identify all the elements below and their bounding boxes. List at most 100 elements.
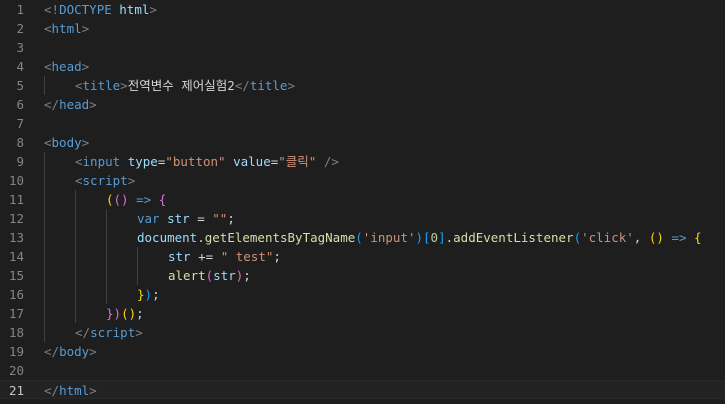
code-text: str += " test"; (168, 247, 281, 266)
code-line[interactable]: 2 <html> (0, 19, 725, 38)
indent-guide (137, 247, 138, 266)
code-token: </ (44, 97, 60, 112)
code-text: <head> (44, 57, 89, 76)
code-token: < (75, 173, 83, 188)
code-token: document (137, 230, 198, 245)
line-number: 10 (8, 173, 24, 188)
code-text: alert(str); (168, 266, 251, 285)
line-number: 14 (8, 249, 24, 264)
code-line[interactable]: 10 <script> (0, 171, 725, 190)
code-token: > (89, 383, 97, 398)
code-token: str (213, 268, 236, 283)
code-line[interactable]: 5 <title>전역변수 제어실험2</title> (0, 76, 725, 95)
code-token: ; (136, 306, 144, 321)
indent-guide (75, 266, 76, 285)
code-token: value (233, 154, 271, 169)
code-token: < (75, 154, 83, 169)
indent-guide (106, 285, 107, 304)
code-line[interactable]: 12 var str = ""; (0, 209, 725, 228)
code-token: " test" (220, 249, 274, 264)
code-line[interactable]: 13 document.getElementsByTagName('input')… (0, 228, 725, 247)
code-token: < (44, 135, 52, 150)
indent-guide (44, 247, 45, 266)
line-number: 4 (16, 59, 24, 74)
code-token: getElementsByTagName (204, 230, 356, 245)
code-line[interactable]: 6 </head> (0, 95, 725, 114)
indent-guide (75, 285, 76, 304)
line-number: 2 (16, 21, 24, 36)
code-token: ; (273, 249, 281, 264)
code-token: head (59, 97, 90, 112)
code-token: title (249, 78, 288, 93)
code-line[interactable]: 8 <body> (0, 133, 725, 152)
indent-guide (44, 171, 45, 190)
code-line[interactable]: 17 })(); (0, 304, 725, 323)
code-token: > (287, 78, 295, 93)
code-text: }); (137, 285, 160, 304)
code-token: body (51, 135, 82, 150)
code-token: > (89, 344, 97, 359)
code-token: > (149, 2, 157, 17)
code-token: "클릭" (278, 154, 317, 169)
code-line[interactable]: 3 (0, 38, 725, 57)
code-token: ] (438, 230, 446, 245)
line-number: 15 (8, 268, 24, 283)
code-token: < (44, 59, 52, 74)
code-token: /> (316, 154, 339, 169)
code-text: })(); (106, 304, 144, 323)
indent-guide (44, 209, 45, 228)
indent-guide (44, 304, 45, 323)
line-number: 1 (16, 2, 24, 17)
code-token: </ (234, 78, 250, 93)
line-number: 19 (8, 344, 24, 359)
code-token: alert (168, 268, 206, 283)
code-token: "" (212, 211, 228, 226)
code-token: addEventListener (453, 230, 574, 245)
code-token: html (119, 2, 150, 17)
indent-guide (75, 304, 76, 323)
code-line[interactable]: 14 str += " test"; (0, 247, 725, 266)
code-token: </ (44, 344, 60, 359)
line-number: 7 (16, 116, 24, 131)
line-number: 6 (16, 97, 24, 112)
line-number: 17 (8, 306, 24, 321)
code-token: () (648, 230, 664, 245)
code-token: "button" (165, 154, 226, 169)
code-line[interactable]: 16}); (0, 285, 725, 304)
code-token: > (81, 135, 90, 150)
code-text: <script> (75, 171, 135, 190)
code-token: }) (106, 306, 122, 321)
code-line[interactable]: 15 alert(str); (0, 266, 725, 285)
code-line[interactable]: 11 (() => { (0, 190, 725, 209)
code-line[interactable]: 1 <!DOCTYPE html> (0, 0, 725, 19)
code-token: > (81, 21, 90, 36)
code-text: (() => { (106, 190, 166, 209)
code-line[interactable]: 7 (0, 114, 725, 133)
code-token: str (168, 249, 191, 264)
indent-guide (44, 190, 45, 209)
code-token: ) (144, 287, 153, 302)
code-line[interactable]: 21 </html> (0, 380, 725, 399)
code-line[interactable]: 20 (0, 361, 725, 380)
code-line[interactable]: 18 </script> (0, 323, 725, 342)
code-text: </script> (75, 323, 143, 342)
code-token: ; (152, 287, 160, 302)
code-token: > (120, 78, 128, 93)
code-line[interactable]: 19 </body> (0, 342, 725, 361)
code-token: => (136, 192, 152, 207)
code-token: => (671, 230, 687, 245)
code-token: title (82, 78, 121, 93)
code-line[interactable]: 4 <head> (0, 57, 725, 76)
indent-guide (44, 323, 45, 342)
code-token: <! (44, 2, 60, 17)
code-token: < (44, 21, 52, 36)
code-editor[interactable]: 1 <!DOCTYPE html> 2 <html> 3 4 <head> 5 <title>전… (0, 0, 725, 404)
indent-guide (44, 228, 45, 247)
code-token: script (82, 173, 128, 188)
line-number: 21 (8, 383, 24, 398)
code-token: 0 (430, 230, 439, 245)
code-text: var str = ""; (137, 209, 235, 228)
code-token: < (75, 78, 83, 93)
code-line[interactable]: 9 <input type="button" value="클릭" /> (0, 152, 725, 171)
